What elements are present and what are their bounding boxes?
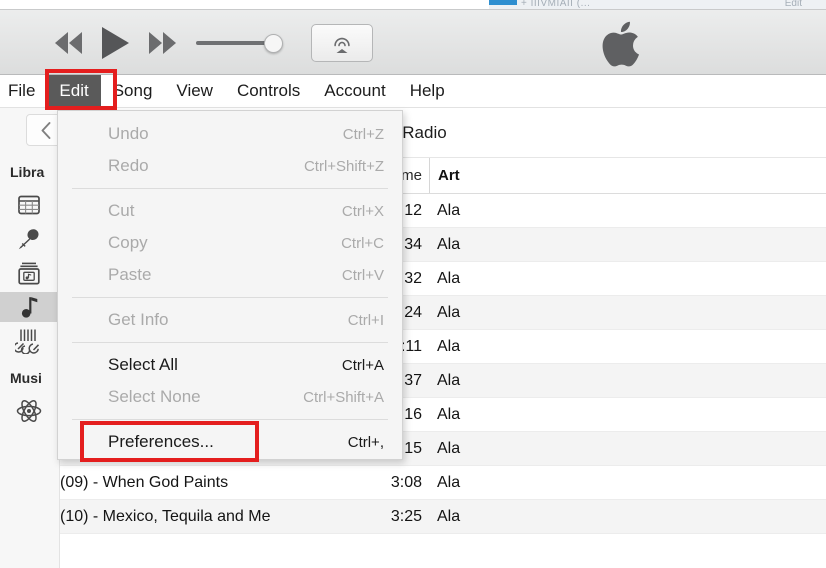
menu-item-label: Redo — [108, 156, 149, 175]
play-button[interactable] — [102, 27, 129, 59]
menu-separator — [72, 297, 388, 298]
airplay-icon — [334, 37, 350, 53]
menu-item-label: Get Info — [108, 310, 169, 329]
menu-item-paste: Paste Ctrl+V — [58, 259, 402, 291]
fast-forward-icon — [149, 32, 176, 54]
volume-knob[interactable] — [264, 34, 283, 53]
table-row[interactable]: (09) - When God Paints 3:08 Ala — [60, 466, 826, 500]
menu-separator — [72, 342, 388, 343]
sidebar: Libra Musi — [0, 108, 60, 568]
music-note-icon — [21, 297, 38, 318]
sidebar-item-artists[interactable] — [12, 224, 46, 254]
menu-item-undo: Undo Ctrl+Z — [58, 118, 402, 150]
play-icon — [102, 27, 129, 59]
song-title: (10) - Mexico, Tequila and Me — [60, 507, 271, 525]
song-artist: Ala — [437, 235, 461, 253]
background-window-menu: Edit — [784, 0, 802, 9]
menu-bar: File Edit Song View Controls Account Hel… — [0, 75, 826, 108]
sidebar-item-playlist[interactable] — [12, 396, 46, 426]
menu-item-shortcut: Ctrl+Shift+Z — [303, 157, 384, 175]
chevron-left-icon — [41, 121, 50, 139]
sidebar-header-library: Libra — [10, 164, 45, 180]
menu-item-view[interactable]: View — [164, 75, 225, 107]
song-artist: Ala — [437, 439, 461, 457]
menu-item-shortcut: Ctrl+Shift+A — [303, 388, 384, 406]
table-row[interactable]: (10) - Mexico, Tequila and Me 3:25 Ala — [60, 500, 826, 534]
rewind-icon — [55, 32, 82, 54]
song-artist: Ala — [437, 303, 461, 321]
menu-item-shortcut: Ctrl+, — [347, 433, 384, 451]
titlebar-accent — [489, 0, 517, 5]
menu-item-preferences[interactable]: Preferences... Ctrl+, — [58, 426, 402, 458]
menu-item-redo: Redo Ctrl+Shift+Z — [58, 150, 402, 182]
menu-item-help[interactable]: Help — [398, 75, 457, 107]
sidebar-item-albums[interactable] — [12, 258, 46, 288]
sidebar-item-songs[interactable] — [0, 292, 60, 322]
menu-item-shortcut: Ctrl+X — [341, 202, 384, 220]
menu-item-label: Undo — [108, 124, 149, 143]
background-window-title: + IIIVMIAII (... — [521, 0, 591, 9]
menu-item-select-all[interactable]: Select All Ctrl+A — [58, 349, 402, 381]
menu-item-copy: Copy Ctrl+C — [58, 227, 402, 259]
song-artist: Ala — [437, 337, 461, 355]
menu-item-label: Preferences... — [108, 432, 214, 451]
menu-item-get-info: Get Info Ctrl+I — [58, 304, 402, 336]
menu-item-shortcut: Ctrl+I — [347, 311, 384, 329]
menu-item-cut: Cut Ctrl+X — [58, 195, 402, 227]
microphone-icon — [18, 229, 39, 250]
song-title: (09) - When God Paints — [60, 473, 229, 491]
menu-item-select-none: Select None Ctrl+Shift+A — [58, 381, 402, 413]
menu-item-label: Select All — [108, 355, 178, 374]
column-header-artist[interactable]: Art — [429, 158, 460, 193]
song-artist: Ala — [437, 201, 461, 219]
sidebar-item-recently-added[interactable] — [12, 190, 46, 220]
fast-forward-button[interactable] — [149, 32, 176, 54]
apple-logo-icon — [602, 21, 639, 67]
edit-dropdown-menu: Undo Ctrl+Z Redo Ctrl+Shift+Z Cut Ctrl+X Copy C… — [57, 110, 403, 460]
menu-item-shortcut: Ctrl+C — [341, 234, 384, 252]
sidebar-header-music: Musi — [10, 370, 42, 386]
menu-item-label: Cut — [108, 201, 135, 220]
atom-icon — [16, 400, 42, 422]
album-icon — [18, 262, 40, 284]
menu-item-song[interactable]: Song — [101, 75, 165, 107]
volume-slider[interactable] — [196, 30, 291, 56]
song-time: 3:25 — [390, 507, 422, 525]
sidebar-item-genres[interactable] — [12, 326, 46, 356]
itunes-window: + IIIVMIAII (... Edit File Edit Song Vie… — [0, 0, 826, 568]
menu-item-edit[interactable]: Edit — [47, 75, 101, 107]
airplay-button[interactable] — [311, 24, 373, 62]
player-toolbar — [0, 9, 826, 75]
menu-separator — [72, 419, 388, 420]
calendar-grid-icon — [18, 195, 40, 215]
menu-item-controls[interactable]: Controls — [225, 75, 312, 107]
menu-item-label: Select None — [108, 387, 201, 406]
song-artist: Ala — [437, 371, 461, 389]
menu-item-shortcut: Ctrl+A — [341, 356, 384, 374]
menu-item-shortcut: Ctrl+Z — [342, 125, 384, 143]
menu-item-label: Copy — [108, 233, 148, 252]
song-time: 3:08 — [390, 473, 422, 491]
song-artist: Ala — [437, 507, 461, 525]
menu-item-shortcut: Ctrl+V — [341, 266, 384, 284]
menu-item-file[interactable]: File — [0, 75, 47, 107]
guitars-icon — [15, 329, 40, 354]
rewind-button[interactable] — [55, 32, 82, 54]
menu-item-account[interactable]: Account — [312, 75, 397, 107]
song-artist: Ala — [437, 473, 461, 491]
menu-item-label: Paste — [108, 265, 152, 284]
song-artist: Ala — [437, 269, 461, 287]
menu-separator — [72, 188, 388, 189]
song-artist: Ala — [437, 405, 461, 423]
